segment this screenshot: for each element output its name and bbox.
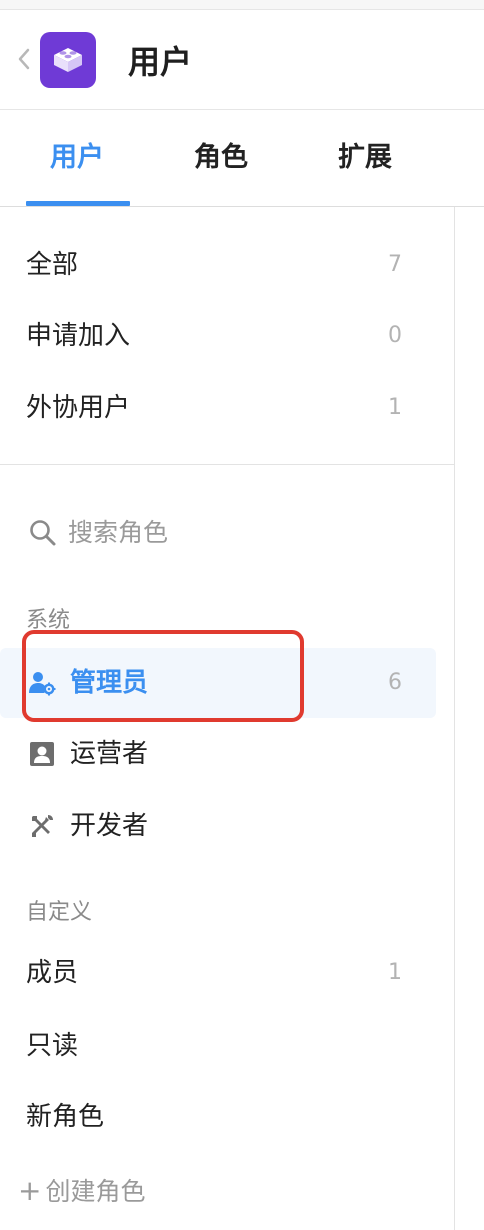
filter-label: 申请加入 [26,321,131,351]
tab-users[interactable]: 用户 [50,141,104,175]
filter-all[interactable]: 全部 7 [0,237,436,293]
role-item-readonly[interactable]: 只读 [0,1018,436,1074]
role-search[interactable] [26,508,426,558]
admin-gear-icon [29,672,56,696]
role-label: 成员 [26,958,79,988]
tab-roles[interactable]: 角色 [194,141,248,175]
id-card-icon [30,742,54,766]
sidebar: 全部 7 申请加入 0 外协用户 1 系统 管理员 6 [0,208,454,1230]
create-role-button[interactable]: + 创建角色 [18,1170,145,1210]
role-label: 管理员 [70,668,149,698]
search-input[interactable] [68,512,408,552]
role-item-operator[interactable]: 运营者 [0,726,436,782]
brick-icon [54,48,82,72]
filter-label: 外协用户 [26,393,131,423]
search-icon [30,520,56,546]
role-item-new-role[interactable]: 新角色 [0,1089,436,1145]
top-edge [0,0,484,10]
role-label: 新角色 [26,1102,105,1132]
role-item-developer[interactable]: 开发者 [0,798,436,854]
role-item-admin[interactable]: 管理员 6 [0,648,436,718]
plus-icon: + [18,1173,42,1207]
app-logo [40,32,96,88]
role-label: 开发者 [70,811,149,841]
chevron-left-icon [18,48,30,70]
page-title: 用户 [128,43,193,81]
role-label: 只读 [26,1031,79,1061]
filter-count: 0 [388,323,402,348]
tab-extensions[interactable]: 扩展 [338,141,392,175]
role-count: 1 [388,960,402,985]
app-header: 用户 [0,10,484,110]
create-role-label: 创建角色 [45,1177,146,1206]
filter-count: 7 [388,252,402,277]
tools-icon [32,815,53,837]
filter-count: 1 [388,395,402,420]
section-divider [0,464,454,465]
active-tab-indicator [26,201,130,206]
back-button[interactable] [14,44,34,74]
tab-bar: 用户 角色 扩展 [0,111,484,207]
filter-external[interactable]: 外协用户 1 [0,380,436,436]
role-count: 6 [388,670,402,695]
panel-divider [454,207,455,1230]
role-item-member[interactable]: 成员 1 [0,945,436,1001]
role-label: 运营者 [70,739,149,769]
group-title-system: 系统 [26,608,71,633]
group-title-custom: 自定义 [26,900,93,925]
filter-pending[interactable]: 申请加入 0 [0,308,436,364]
filter-label: 全部 [26,250,79,280]
